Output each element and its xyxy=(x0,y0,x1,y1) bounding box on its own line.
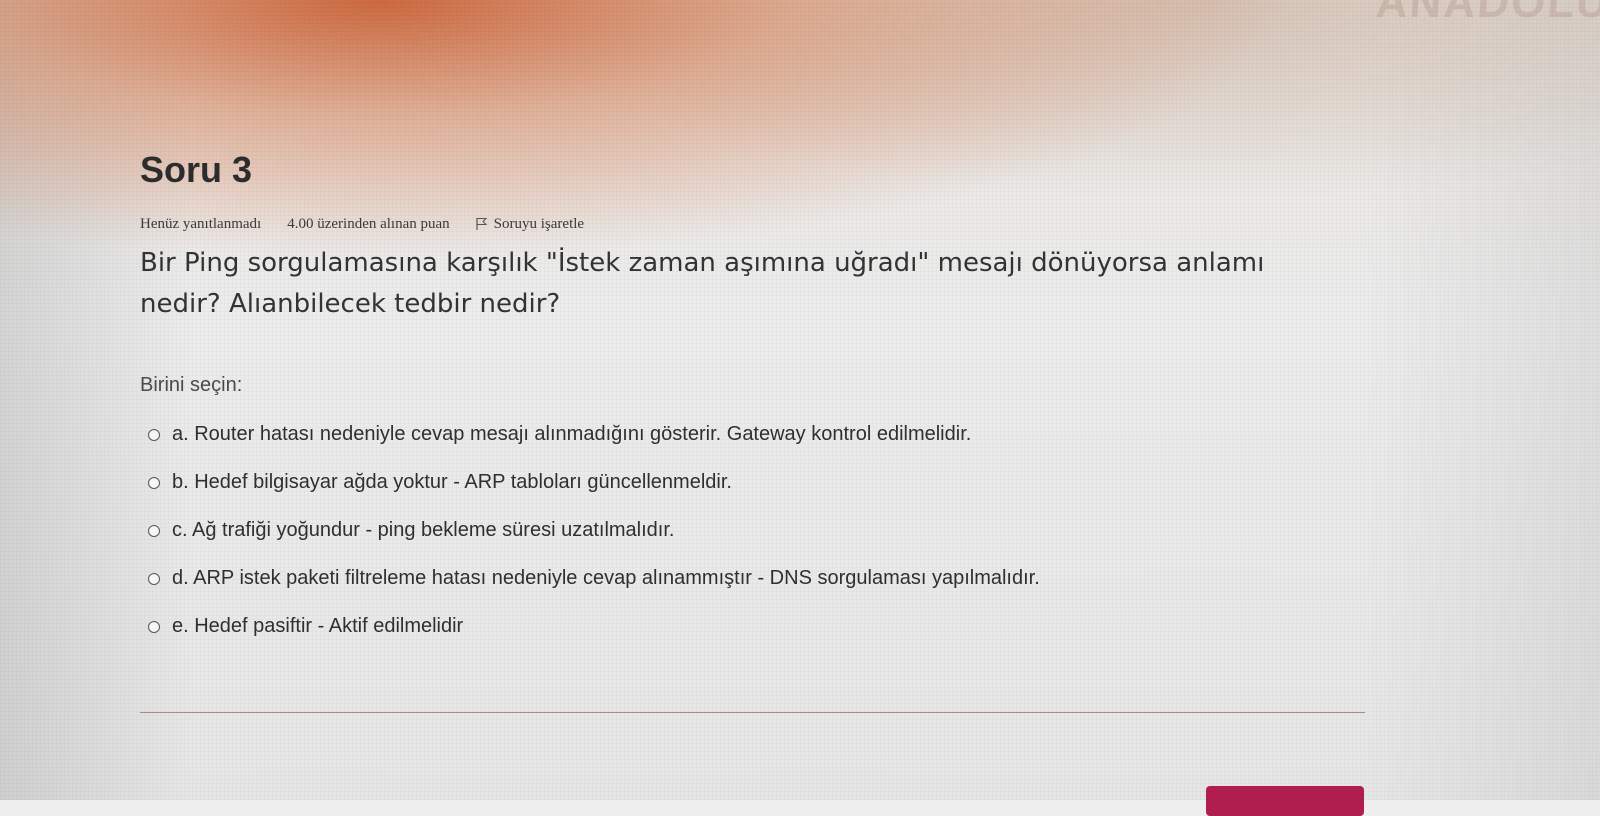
radio-button[interactable] xyxy=(148,476,160,489)
answer-label[interactable]: c. Ağ trafiği yoğundur - ping bekleme sü… xyxy=(172,519,674,542)
answer-option-d[interactable]: d. ARP istek paketi filtreleme hatası ne… xyxy=(148,555,1370,603)
question-title: Soru 3 xyxy=(140,149,253,190)
radio-button[interactable] xyxy=(148,620,160,633)
flag-question-link[interactable]: Soruyu işaretle xyxy=(476,216,584,233)
answer-option-a[interactable]: a. Router hatası nedeniyle cevap mesajı … xyxy=(148,411,1370,459)
radio-button[interactable] xyxy=(148,524,160,537)
radio-button[interactable] xyxy=(148,572,160,585)
answer-label[interactable]: d. ARP istek paketi filtreleme hatası ne… xyxy=(172,567,1040,590)
next-page-button[interactable] xyxy=(1206,786,1364,816)
answer-label[interactable]: a. Router hatası nedeniyle cevap mesajı … xyxy=(172,423,971,446)
answer-label[interactable]: e. Hedef pasiftir - Aktif edilmelidir xyxy=(172,615,463,638)
answer-label[interactable]: b. Hedef bilgisayar ağda yoktur - ARP ta… xyxy=(172,471,732,494)
flag-question-label: Soruyu işaretle xyxy=(493,215,585,232)
question-info: Henüz yanıtlanmadı 4.00 üzerinden alınan… xyxy=(140,216,1370,233)
question-points: 4.00 üzerinden alınan puan xyxy=(287,215,450,232)
answer-prompt: Birini seçin: xyxy=(140,373,243,396)
answer-option-e[interactable]: e. Hedef pasiftir - Aktif edilmelidir xyxy=(148,603,1370,651)
question-status: Henüz yanıtlanmadı xyxy=(140,215,262,232)
answer-option-b[interactable]: b. Hedef bilgisayar ağda yoktur - ARP ta… xyxy=(148,459,1370,507)
radio-button[interactable] xyxy=(148,428,160,441)
question-divider xyxy=(140,712,1365,713)
flag-icon xyxy=(476,218,487,231)
question-card: Soru 3 Henüz yanıtlanmadı 4.00 üzerinden… xyxy=(140,150,1370,651)
header-banner-text: ANADOLU xyxy=(1374,0,1600,27)
answer-list: a. Router hatası nedeniyle cevap mesajı … xyxy=(140,411,1370,651)
answer-option-c[interactable]: c. Ağ trafiği yoğundur - ping bekleme sü… xyxy=(148,507,1370,555)
question-text: Bir Ping sorgulamasına karşılık "İstek z… xyxy=(140,247,1265,320)
